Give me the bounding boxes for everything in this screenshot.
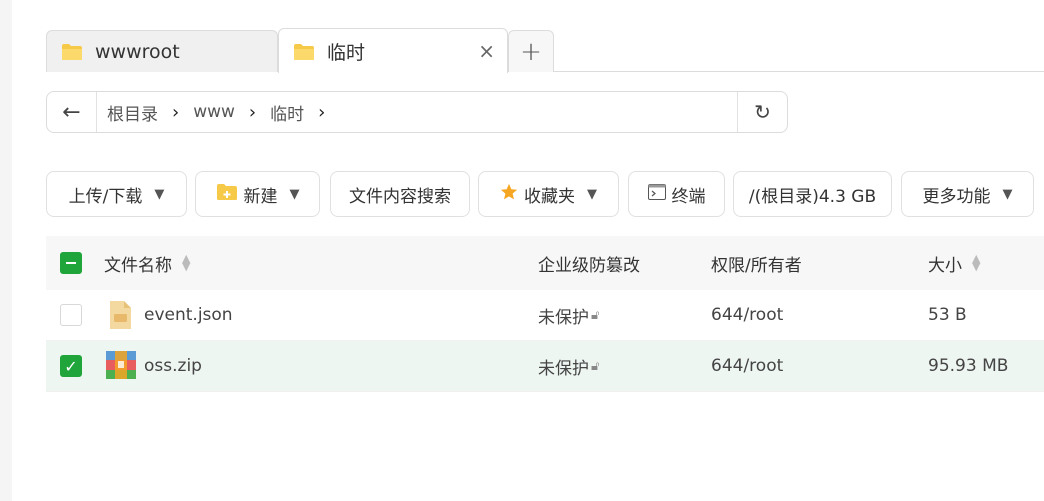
table-row[interactable]: ✓ oss.zip 未保护 🔓︎ 644/root 95.93 MB	[46, 341, 1044, 392]
tab-label: 临时	[327, 41, 366, 64]
permission-cell[interactable]: 644/root	[711, 290, 783, 340]
header-name-label: 文件名称	[104, 255, 172, 276]
chevron-right-icon[interactable]: ›	[318, 102, 325, 123]
size-cell: 95.93 MB	[928, 356, 1009, 376]
breadcrumb-www[interactable]: www	[193, 102, 235, 122]
chevron-down-icon: ▼	[1002, 186, 1013, 202]
new-label: 新建	[243, 186, 278, 207]
tab-bar: wwwroot 临时 × +	[46, 28, 1044, 73]
chevron-down-icon: ▼	[154, 186, 165, 202]
tamper-label: 未保护	[538, 358, 589, 379]
row-checkbox[interactable]: ✓	[60, 355, 82, 377]
upload-download-button[interactable]: 上传/下载 ▼	[46, 171, 187, 217]
terminal-label: 终端	[671, 186, 706, 207]
unlock-icon[interactable]: 🔓︎	[591, 359, 599, 374]
add-tab-button[interactable]: +	[508, 30, 554, 72]
disk-button[interactable]: /(根目录)4.3 GB	[733, 171, 892, 217]
file-name-cell[interactable]: oss.zip	[106, 341, 202, 391]
tamper-status: 未保护 🔓︎	[538, 290, 599, 340]
row-checkbox[interactable]	[60, 304, 82, 326]
breadcrumb: 根目录 › www › 临时 ›	[97, 100, 737, 125]
select-all-checkbox[interactable]	[60, 252, 82, 274]
close-icon[interactable]: ×	[478, 39, 495, 63]
folder-icon	[61, 43, 83, 60]
chevron-right-icon[interactable]: ›	[172, 102, 179, 123]
breadcrumb-temp[interactable]: 临时	[270, 100, 304, 125]
chevron-down-icon: ▼	[289, 186, 300, 202]
chevron-right-icon[interactable]: ›	[249, 102, 256, 123]
terminal-icon	[647, 183, 666, 205]
sort-icon[interactable]: ▲ ▼	[972, 253, 980, 272]
more-functions-button[interactable]: 更多功能 ▼	[901, 171, 1034, 217]
file-table: 文件名称 ▲ ▼ 企业级防篡改 权限/所有者 大小 ▲ ▼ event.json 未…	[46, 236, 1044, 392]
tab-label: wwwroot	[95, 40, 180, 63]
permission-cell[interactable]: 644/root	[711, 341, 783, 391]
file-name-cell[interactable]: event.json	[106, 290, 233, 340]
header-name[interactable]: 文件名称 ▲ ▼	[104, 236, 190, 290]
sort-icon[interactable]: ▲ ▼	[182, 253, 190, 272]
file-name: oss.zip	[144, 356, 202, 376]
disk-label: /(根目录)4.3 GB	[748, 186, 877, 207]
zip-file-icon	[106, 351, 136, 381]
tamper-label: 未保护	[538, 307, 589, 328]
file-name: event.json	[144, 305, 233, 325]
folder-icon	[293, 43, 315, 60]
json-file-icon	[106, 300, 134, 330]
header-permission: 权限/所有者	[711, 255, 802, 276]
file-manager: wwwroot 临时 × + ← 根目录 › www › 临时 › ↻ 上传/下…	[12, 0, 1044, 501]
back-arrow-icon[interactable]: ←	[47, 92, 97, 132]
terminal-button[interactable]: 终端	[628, 171, 725, 217]
refresh-icon[interactable]: ↻	[737, 92, 787, 132]
chevron-down-icon: ▼	[587, 186, 597, 202]
favorites-label: 收藏夹	[524, 186, 575, 207]
star-icon	[500, 183, 518, 206]
header-size[interactable]: 大小 ▲ ▼	[928, 236, 980, 290]
tab-wwwroot[interactable]: wwwroot	[46, 30, 278, 72]
favorites-button[interactable]: 收藏夹 ▼	[478, 171, 619, 217]
new-folder-icon	[216, 183, 238, 206]
breadcrumb-root[interactable]: 根目录	[107, 100, 158, 125]
upload-download-label: 上传/下载	[68, 186, 143, 207]
size-cell: 53 B	[928, 305, 967, 325]
content-search-button[interactable]: 文件内容搜索	[330, 171, 470, 217]
path-bar: ← 根目录 › www › 临时 › ↻	[46, 91, 788, 133]
header-tamper: 企业级防篡改	[538, 255, 640, 276]
more-label: 更多功能	[922, 186, 991, 207]
table-row[interactable]: event.json 未保护 🔓︎ 644/root 53 B	[46, 290, 1044, 341]
header-size-label: 大小	[928, 255, 962, 276]
table-header: 文件名称 ▲ ▼ 企业级防篡改 权限/所有者 大小 ▲ ▼	[46, 236, 1044, 290]
new-button[interactable]: 新建 ▼	[195, 171, 320, 217]
tab-temp[interactable]: 临时 ×	[278, 28, 508, 73]
unlock-icon[interactable]: 🔓︎	[591, 308, 599, 323]
tamper-status: 未保护 🔓︎	[538, 341, 599, 391]
content-search-label: 文件内容搜索	[349, 186, 451, 207]
